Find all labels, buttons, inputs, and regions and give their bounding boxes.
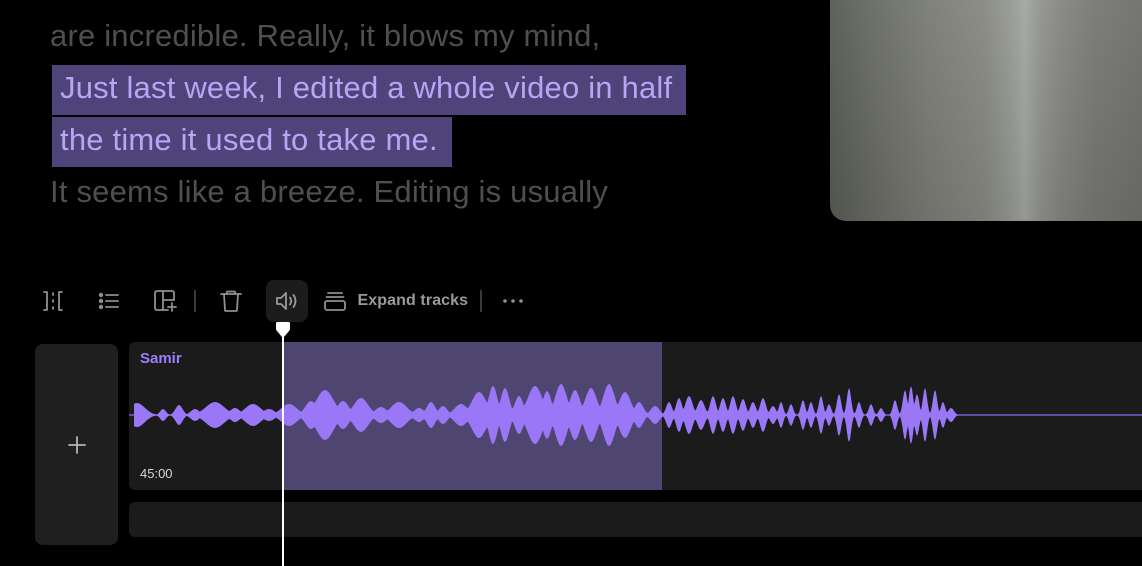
timeline-toolbar: Expand tracks bbox=[32, 280, 548, 322]
waveform bbox=[129, 384, 1142, 446]
transcript-line-text: Just last week, I edited a whole video i… bbox=[52, 65, 687, 115]
toolbar-divider bbox=[194, 290, 196, 312]
trash-icon bbox=[219, 290, 242, 312]
add-track-button[interactable] bbox=[35, 344, 118, 545]
list-icon bbox=[98, 292, 119, 310]
list-button[interactable] bbox=[88, 280, 130, 322]
expand-tracks-label: Expand tracks bbox=[357, 292, 469, 309]
add-layout-icon bbox=[154, 290, 177, 312]
volume-button[interactable] bbox=[265, 280, 308, 322]
editor-root: are incredible. Really, it blows my mind… bbox=[0, 0, 1142, 566]
toolbar-divider bbox=[480, 290, 482, 312]
audio-track[interactable]: Samir 45:00 bbox=[129, 342, 1142, 490]
transcript-line-text: are incredible. Really, it blows my mind… bbox=[50, 18, 601, 53]
volume-icon bbox=[275, 292, 296, 310]
transcript: are incredible. Really, it blows my mind… bbox=[50, 10, 810, 218]
track-speaker-name: Samir bbox=[140, 350, 182, 367]
transcript-line[interactable]: are incredible. Really, it blows my mind… bbox=[50, 10, 810, 62]
plus-icon bbox=[67, 435, 86, 454]
video-preview[interactable] bbox=[830, 0, 1142, 221]
transcript-line-text: It seems like a breeze. Editing is usual… bbox=[50, 174, 609, 209]
split-button[interactable] bbox=[32, 280, 74, 322]
transcript-line-selected[interactable]: the time it used to take me. bbox=[50, 114, 810, 167]
stack-icon bbox=[323, 292, 346, 311]
more-horizontal-icon bbox=[502, 299, 523, 303]
playhead-handle[interactable] bbox=[273, 321, 293, 339]
delete-button[interactable] bbox=[210, 280, 252, 322]
expand-tracks-button[interactable]: Expand tracks bbox=[322, 280, 469, 322]
empty-track[interactable] bbox=[129, 502, 1142, 537]
split-icon bbox=[43, 291, 63, 311]
add-layout-button[interactable] bbox=[144, 280, 186, 322]
more-button[interactable] bbox=[492, 280, 534, 322]
transcript-line[interactable]: It seems like a breeze. Editing is usual… bbox=[50, 166, 810, 218]
transcript-line-selected[interactable]: Just last week, I edited a whole video i… bbox=[50, 62, 810, 115]
track-timestamp: 45:00 bbox=[140, 466, 173, 481]
transcript-line-text: the time it used to take me. bbox=[52, 117, 452, 167]
playhead[interactable] bbox=[282, 330, 284, 566]
